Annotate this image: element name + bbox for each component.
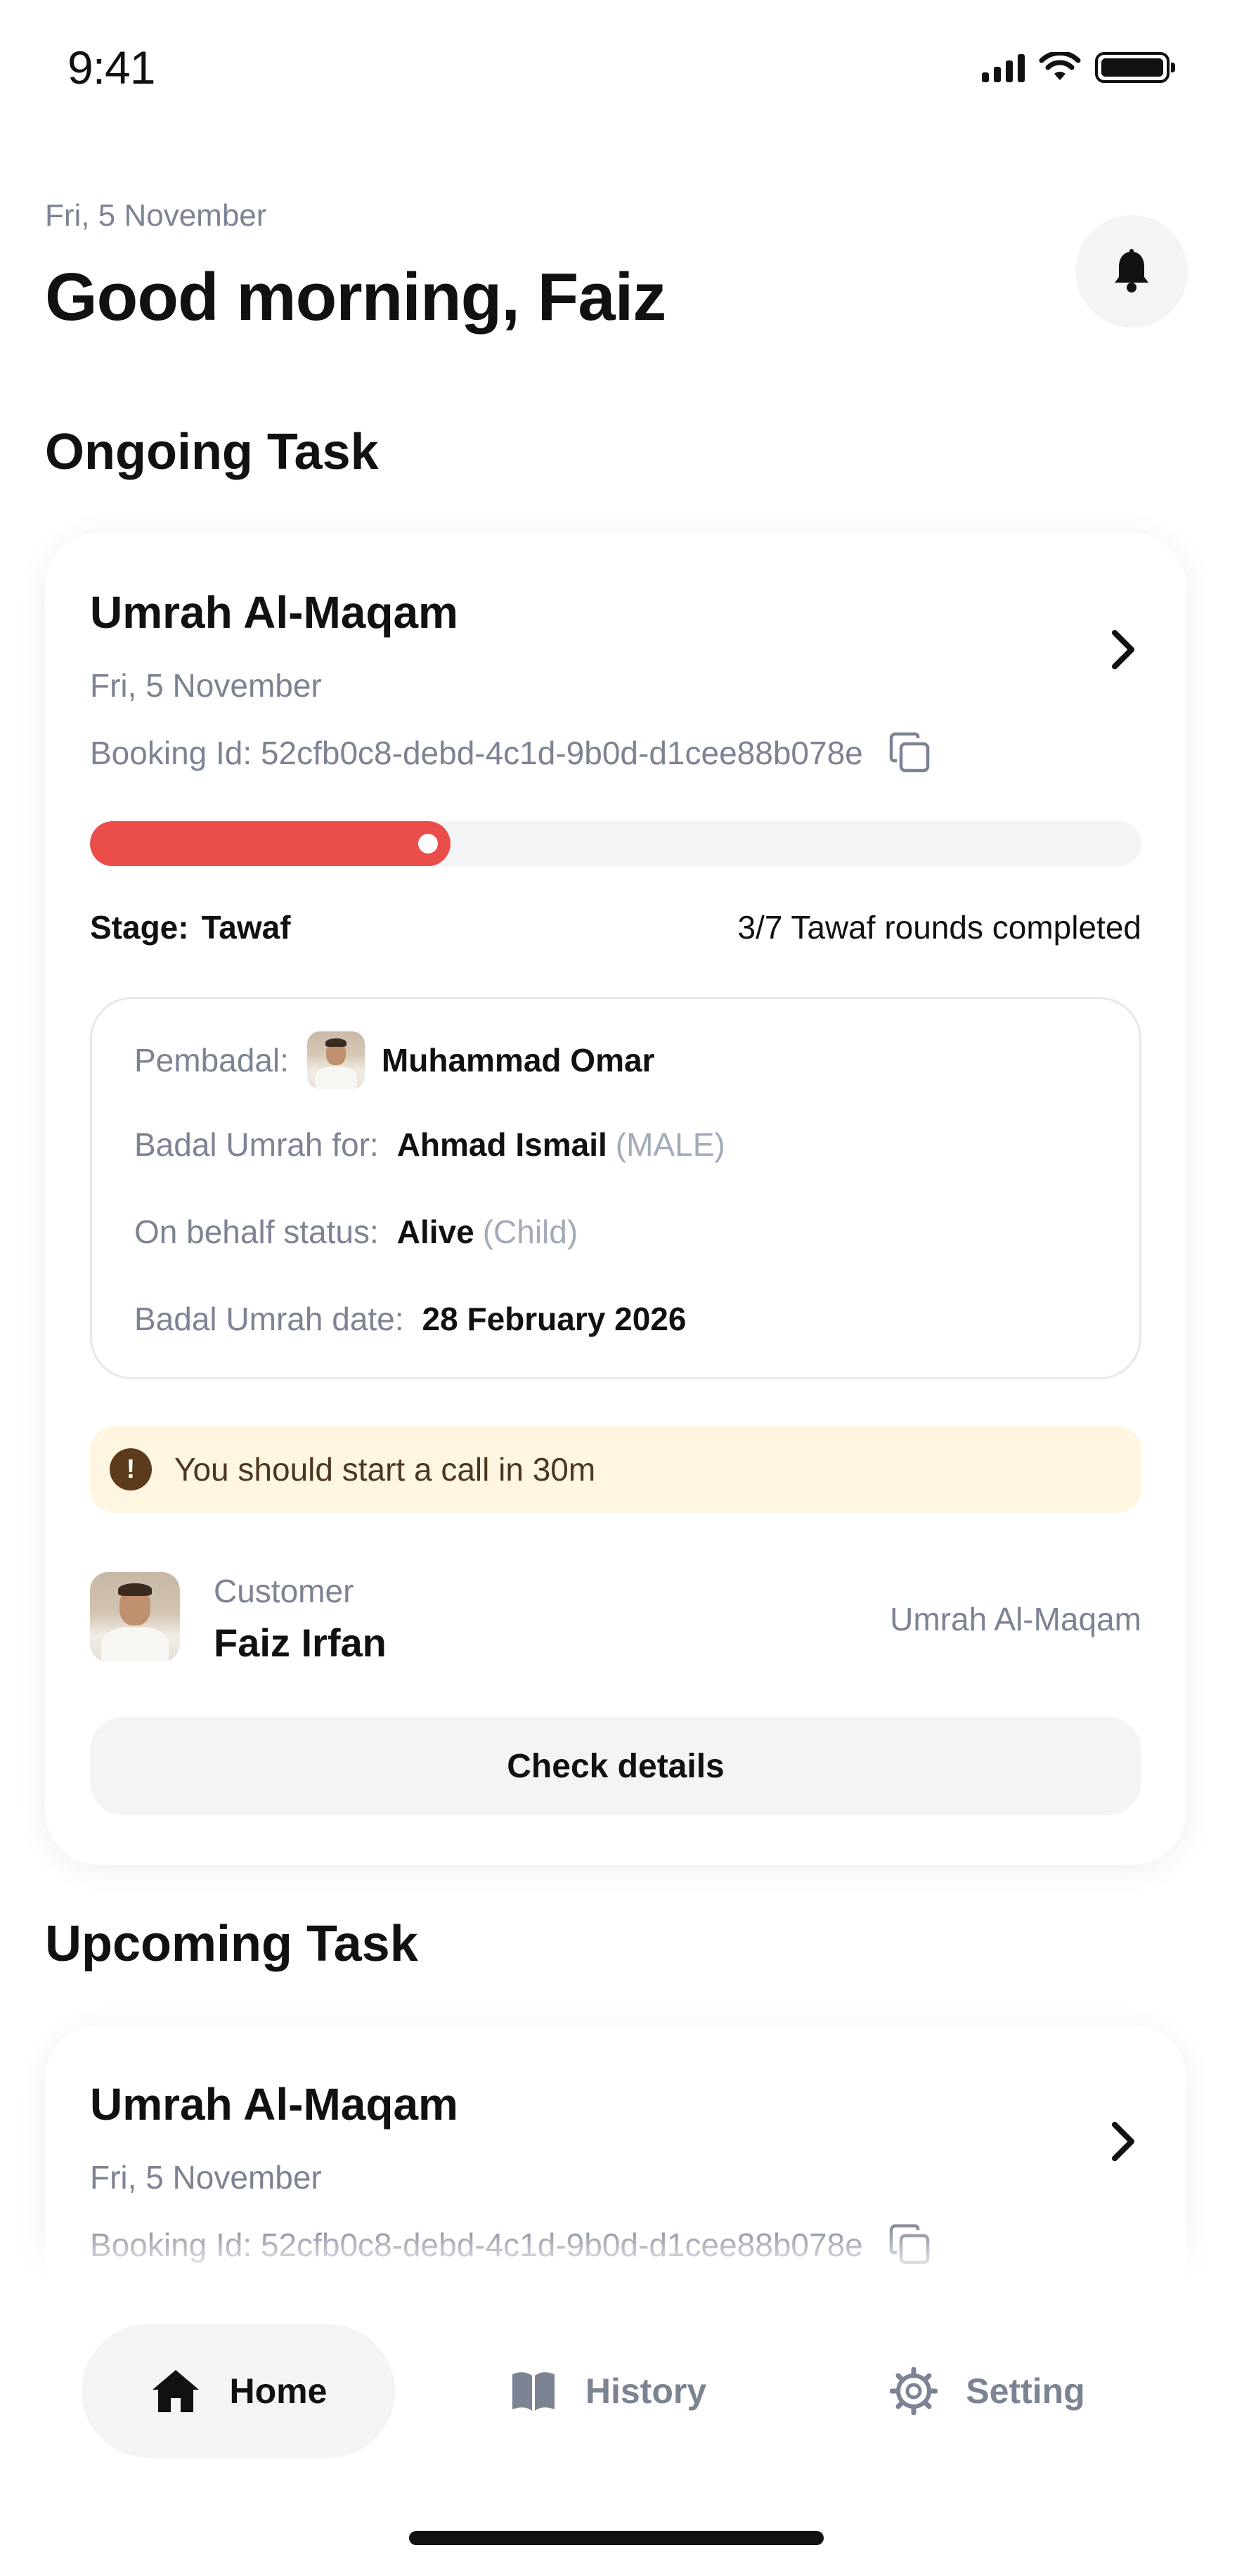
behalf-status-value: Alive xyxy=(396,1213,474,1250)
nav-setting[interactable]: Setting xyxy=(872,2324,1103,2458)
progress-bar xyxy=(90,821,1141,866)
behalf-status-row: On behalf status: Alive (Child) xyxy=(134,1213,578,1251)
badal-date-value: 28 February 2026 xyxy=(422,1301,687,1337)
copy-icon[interactable] xyxy=(888,731,932,775)
customer-avatar xyxy=(90,1572,180,1662)
task-title: Umrah Al-Maqam xyxy=(90,587,458,638)
nav-history[interactable]: History xyxy=(492,2324,724,2458)
cellular-signal-icon xyxy=(982,53,1025,82)
stage-row: Stage: Tawaf 3/7 Tawaf rounds completed xyxy=(90,908,1141,946)
badal-for-row: Badal Umrah for: Ahmad Ismail (MALE) xyxy=(134,1126,725,1164)
badal-for-gender: (MALE) xyxy=(615,1126,725,1163)
upcoming-task-date: Fri, 5 November xyxy=(90,2159,322,2196)
booking-id: Booking Id: 52cfb0c8-debd-4c1d-9b0d-d1ce… xyxy=(90,735,863,771)
status-time: 9:41 xyxy=(67,41,155,94)
nav-history-label: History xyxy=(585,2371,707,2411)
wifi-icon xyxy=(1039,52,1081,80)
chevron-right-icon[interactable] xyxy=(1102,622,1144,678)
home-icon xyxy=(152,2370,199,2412)
header-date: Fri, 5 November xyxy=(45,198,267,233)
pembadal-label: Pembadal: xyxy=(134,1042,289,1078)
behalf-status-label: On behalf status: xyxy=(134,1213,379,1250)
badal-date-label: Badal Umrah date: xyxy=(134,1301,404,1337)
nav-setting-label: Setting xyxy=(966,2371,1085,2411)
stage-value: Tawaf xyxy=(201,909,291,946)
ongoing-task-heading: Ongoing Task xyxy=(45,424,379,480)
badal-for-label: Badal Umrah for: xyxy=(134,1126,379,1163)
upcoming-task-heading: Upcoming Task xyxy=(45,1916,418,1972)
nav-home-label: Home xyxy=(229,2371,328,2411)
alert-icon: ! xyxy=(110,1448,152,1490)
call-reminder-alert: ! You should start a call in 30m xyxy=(90,1426,1141,1513)
badal-for-name: Ahmad Ismail xyxy=(396,1126,607,1163)
chevron-right-icon[interactable] xyxy=(1102,2113,1144,2170)
booking-id-row: Booking Id: 52cfb0c8-debd-4c1d-9b0d-d1ce… xyxy=(90,731,932,775)
pembadal-name: Muhammad Omar xyxy=(381,1042,655,1078)
ongoing-task-card[interactable]: Umrah Al-Maqam Fri, 5 November Booking I… xyxy=(45,533,1186,1865)
progress-knob xyxy=(418,834,439,854)
bell-icon xyxy=(1115,249,1148,292)
alert-text: You should start a call in 30m xyxy=(174,1451,596,1488)
badal-date-row: Badal Umrah date: 28 February 2026 xyxy=(134,1300,686,1338)
home-indicator xyxy=(409,2531,824,2545)
battery-icon xyxy=(1095,52,1175,83)
nav-home[interactable]: Home xyxy=(82,2324,395,2458)
pembadal-avatar xyxy=(306,1031,365,1089)
progress-fill xyxy=(90,821,451,866)
behalf-status-relation: (Child) xyxy=(482,1213,578,1250)
customer-package: Umrah Al-Maqam xyxy=(890,1601,1141,1637)
stage-label: Stage: xyxy=(90,909,189,946)
gear-icon xyxy=(890,2367,938,2415)
notifications-button[interactable] xyxy=(1075,215,1188,328)
nav-fade xyxy=(0,2222,1237,2292)
rounds-completed: 3/7 Tawaf rounds completed xyxy=(737,909,1141,946)
status-bar: 9:41 xyxy=(0,0,1237,141)
pembadal-row: Pembadal: Muhammad Omar xyxy=(134,1031,654,1089)
customer-label: Customer xyxy=(214,1573,354,1609)
book-icon xyxy=(512,2372,555,2411)
upcoming-task-title: Umrah Al-Maqam xyxy=(90,2079,458,2130)
task-details-box: Pembadal: Muhammad Omar Badal Umrah for:… xyxy=(90,997,1141,1379)
status-icons xyxy=(982,52,1175,83)
check-details-button[interactable]: Check details xyxy=(90,1717,1141,1815)
greeting-title: Good morning, Faiz xyxy=(45,259,666,335)
task-date: Fri, 5 November xyxy=(90,667,322,704)
customer-name: Faiz Irfan xyxy=(214,1621,387,1665)
